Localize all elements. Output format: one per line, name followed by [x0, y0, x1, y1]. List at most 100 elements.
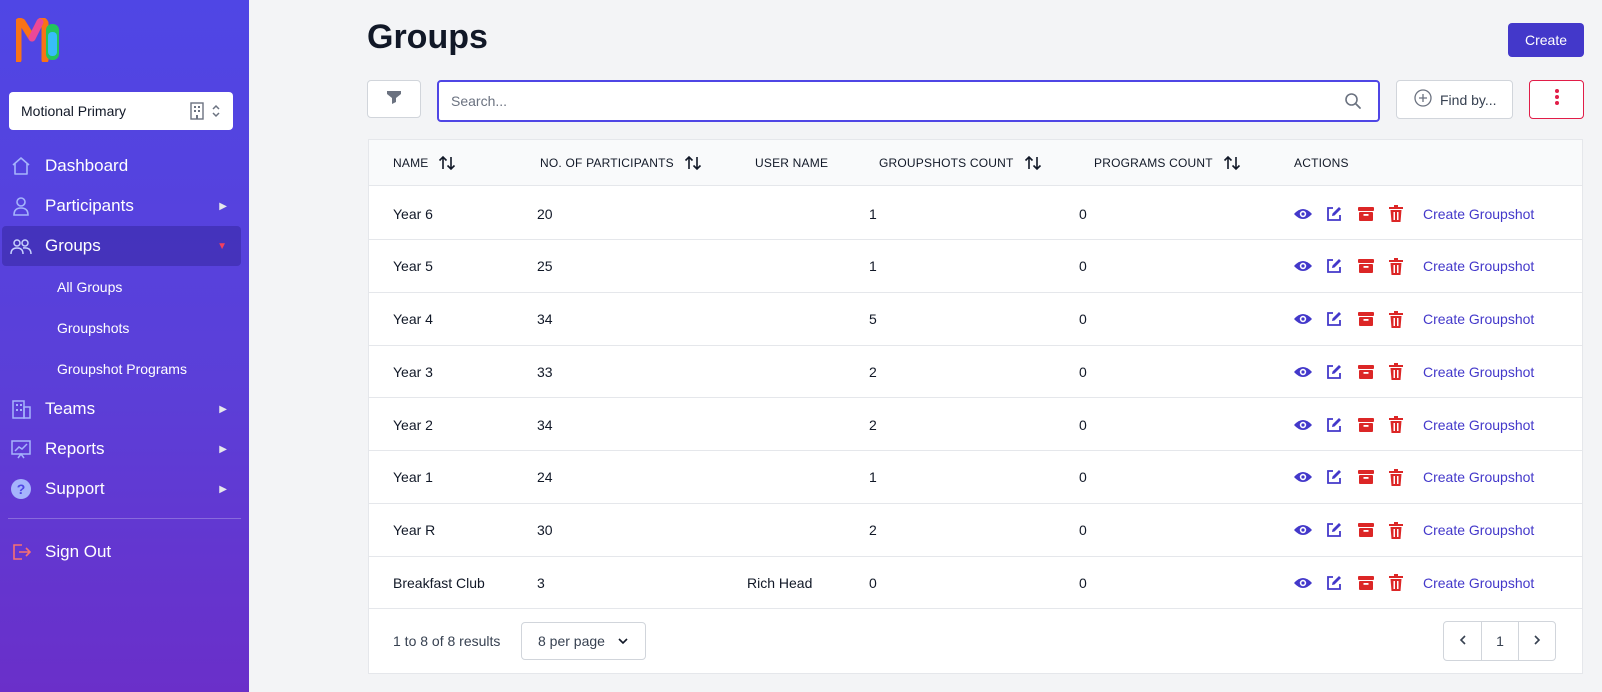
- nav-participants-label: Participants: [45, 196, 134, 215]
- view-button[interactable]: [1293, 360, 1325, 384]
- nav-divider: [8, 518, 241, 519]
- organisation-select-value: Motional Primary: [21, 103, 127, 119]
- sort-icon[interactable]: [1024, 155, 1042, 171]
- motional-logo[interactable]: [14, 17, 62, 64]
- next-page-button[interactable]: [1518, 622, 1555, 660]
- create-groupshot-link[interactable]: Create Groupshot: [1423, 575, 1534, 591]
- delete-button[interactable]: [1389, 307, 1421, 331]
- nav-groupshot-programs[interactable]: Groupshot Programs: [0, 348, 249, 389]
- nav-support-label: Support: [45, 479, 105, 498]
- nav-teams[interactable]: Teams ▶: [0, 389, 249, 429]
- view-button[interactable]: [1293, 465, 1325, 489]
- sort-icon[interactable]: [1223, 155, 1241, 171]
- create-groupshot-link[interactable]: Create Groupshot: [1423, 258, 1534, 274]
- view-button[interactable]: [1293, 307, 1325, 331]
- cell-groupshots: 0: [869, 574, 877, 591]
- trash-icon: [1389, 257, 1403, 275]
- plus-circle-icon: [1414, 89, 1432, 110]
- cell-participants: 33: [537, 363, 553, 380]
- create-groupshot-link[interactable]: Create Groupshot: [1423, 417, 1534, 433]
- cell-participants: 24: [537, 469, 553, 486]
- edit-button[interactable]: [1325, 571, 1357, 595]
- create-groupshot-link[interactable]: Create Groupshot: [1423, 469, 1534, 485]
- find-by-label: Find by...: [1440, 91, 1497, 108]
- view-button[interactable]: [1293, 571, 1325, 595]
- col-user-name: USER NAME: [755, 140, 828, 186]
- find-by-button[interactable]: Find by...: [1396, 80, 1513, 119]
- cell-groupshots: 5: [869, 311, 877, 327]
- nav-groupshots[interactable]: Groupshots: [0, 307, 249, 348]
- delete-button[interactable]: [1389, 413, 1421, 437]
- search-input[interactable]: [439, 93, 1344, 109]
- delete-button[interactable]: [1389, 571, 1421, 595]
- edit-button[interactable]: [1325, 360, 1357, 384]
- nav-reports[interactable]: Reports ▶: [0, 429, 249, 469]
- archive-button[interactable]: [1357, 571, 1389, 595]
- nav-all-groups[interactable]: All Groups: [0, 266, 249, 307]
- sort-icon[interactable]: [438, 155, 456, 171]
- archive-button[interactable]: [1357, 307, 1389, 331]
- archive-button[interactable]: [1357, 202, 1389, 226]
- organisation-select[interactable]: Motional Primary: [9, 92, 233, 130]
- nav-support[interactable]: ? Support ▶: [0, 469, 249, 509]
- view-button[interactable]: [1293, 413, 1325, 437]
- cell-groupshots: 2: [869, 522, 877, 538]
- create-groupshot-link[interactable]: Create Groupshot: [1423, 206, 1534, 222]
- svg-text:?: ?: [17, 481, 26, 497]
- table-row: Year 4 34 5 0 Create Groupshot: [369, 293, 1582, 346]
- edit-button[interactable]: [1325, 202, 1357, 226]
- home-icon: [10, 155, 32, 177]
- col-groupshots-label: GROUPSHOTS COUNT: [879, 156, 1014, 170]
- col-groupshots: GROUPSHOTS COUNT: [879, 140, 1042, 186]
- caret-right-icon: ▶: [219, 200, 227, 212]
- archive-button[interactable]: [1357, 518, 1389, 542]
- nav-dashboard[interactable]: Dashboard: [0, 146, 249, 186]
- delete-button[interactable]: [1389, 254, 1421, 278]
- view-button[interactable]: [1293, 202, 1325, 226]
- delete-button[interactable]: [1389, 465, 1421, 489]
- create-groupshot-link[interactable]: Create Groupshot: [1423, 364, 1534, 380]
- archive-button[interactable]: [1357, 254, 1389, 278]
- sort-icon[interactable]: [684, 155, 702, 171]
- per-page-select[interactable]: 8 per page: [521, 622, 646, 660]
- archive-button[interactable]: [1357, 360, 1389, 384]
- create-groupshot-link[interactable]: Create Groupshot: [1423, 522, 1534, 538]
- edit-button[interactable]: [1325, 307, 1357, 331]
- edit-button[interactable]: [1325, 254, 1357, 278]
- delete-button[interactable]: [1389, 202, 1421, 226]
- create-button[interactable]: Create: [1508, 23, 1584, 57]
- col-programs-label: PROGRAMS COUNT: [1094, 156, 1213, 170]
- filter-button[interactable]: [367, 80, 421, 118]
- archive-button[interactable]: [1357, 413, 1389, 437]
- trash-icon: [1389, 310, 1403, 328]
- page-number-button[interactable]: 1: [1481, 622, 1518, 660]
- nav-participants[interactable]: Participants ▶: [0, 186, 249, 226]
- view-button[interactable]: [1293, 518, 1325, 542]
- caret-down-icon: ▼: [217, 240, 227, 252]
- previous-page-button[interactable]: [1444, 622, 1481, 660]
- archive-button[interactable]: [1357, 465, 1389, 489]
- table-row: Year 1 24 1 0 Create Groupshot: [369, 451, 1582, 504]
- cell-groupshots: 1: [869, 258, 877, 275]
- nav-sign-out[interactable]: Sign Out: [0, 532, 249, 572]
- search-icon[interactable]: [1344, 92, 1366, 110]
- cell-programs: 0: [1079, 469, 1087, 486]
- chevron-down-icon: [617, 635, 629, 647]
- delete-button[interactable]: [1389, 518, 1421, 542]
- user-icon: [10, 195, 32, 217]
- nav-groups[interactable]: Groups ▼: [2, 226, 241, 266]
- view-button[interactable]: [1293, 254, 1325, 278]
- delete-button[interactable]: [1389, 360, 1421, 384]
- row-actions: Create Groupshot: [1293, 293, 1534, 346]
- row-actions: Create Groupshot: [1293, 187, 1534, 240]
- filter-icon: [386, 89, 402, 110]
- create-groupshot-link[interactable]: Create Groupshot: [1423, 311, 1534, 327]
- pagination: 1: [1443, 621, 1556, 661]
- edit-button[interactable]: [1325, 413, 1357, 437]
- table-row: Breakfast Club 3 Rich Head 0 0 Create Groupsh…: [369, 556, 1582, 610]
- edit-button[interactable]: [1325, 465, 1357, 489]
- caret-right-icon: ▶: [219, 403, 227, 415]
- edit-button[interactable]: [1325, 518, 1357, 542]
- more-options-button[interactable]: [1529, 80, 1584, 119]
- col-actions: ACTIONS: [1294, 140, 1349, 186]
